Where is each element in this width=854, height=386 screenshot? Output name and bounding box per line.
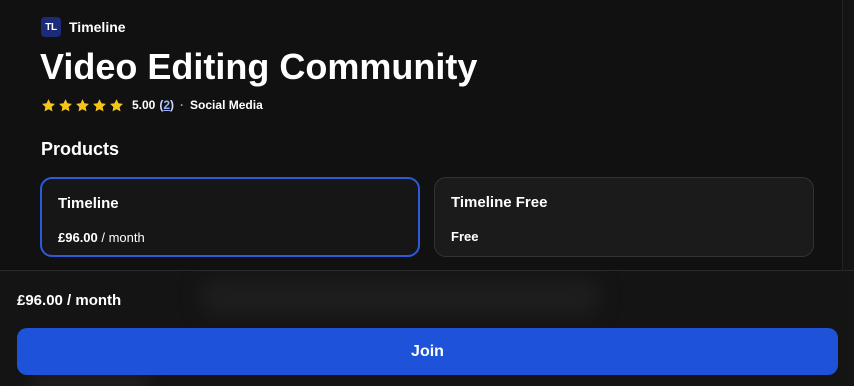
product-name: Timeline Free	[451, 194, 548, 211]
product-card-timeline[interactable]: Timeline £96.00 / month	[40, 177, 420, 257]
rating-count: (2)	[159, 98, 174, 112]
product-price-amount: £96.00	[58, 230, 98, 245]
product-detail: TL Timeline Video Editing Community 5.00…	[0, 0, 854, 270]
rating-stars	[41, 98, 124, 113]
checkout-footer: £96.00 / month Join	[0, 270, 854, 386]
product-price: £96.00 / month	[58, 230, 145, 245]
rating-count-close: )	[170, 98, 175, 112]
brand-link[interactable]: TL Timeline	[41, 17, 126, 37]
footer-price: £96.00 / month	[17, 292, 122, 309]
star-icon	[92, 98, 107, 113]
blurred-background	[200, 279, 600, 315]
product-name: Timeline	[58, 195, 119, 212]
brand-logo: TL	[41, 17, 61, 37]
category-label: Social Media	[190, 98, 263, 112]
rating-value: 5.00	[132, 98, 156, 112]
rating-row: 5.00 (2) · Social Media	[41, 96, 263, 114]
product-price-amount: Free	[451, 229, 479, 244]
products-heading: Products	[41, 139, 120, 159]
scroll-track[interactable]	[842, 0, 854, 270]
separator-dot: ·	[180, 98, 185, 112]
star-icon	[41, 98, 56, 113]
brand-name: Timeline	[69, 19, 126, 35]
product-price: Free	[451, 229, 478, 244]
star-icon	[109, 98, 124, 113]
product-price-period: / month	[97, 230, 145, 245]
star-icon	[58, 98, 73, 113]
join-button[interactable]: Join	[17, 328, 838, 375]
page-title: Video Editing Community	[40, 46, 478, 87]
product-card-timeline-free[interactable]: Timeline Free Free	[434, 177, 814, 257]
star-icon	[75, 98, 90, 113]
community-page: TL Timeline Video Editing Community 5.00…	[0, 0, 854, 386]
